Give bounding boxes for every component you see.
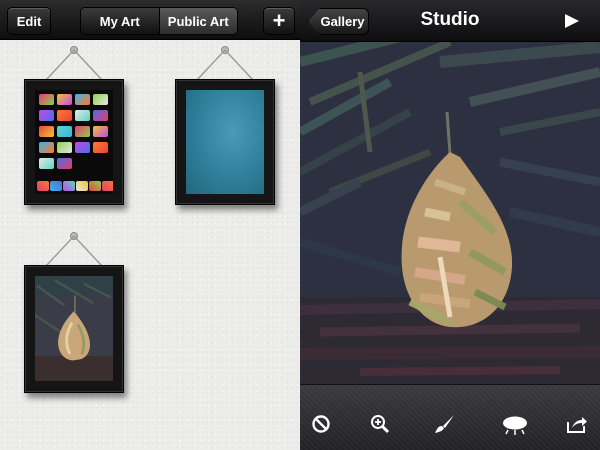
edit-button[interactable]: Edit [7, 7, 51, 35]
gallery-frame-2[interactable] [175, 46, 275, 206]
brush-size-icon[interactable] [501, 414, 529, 436]
blue-painting-picture [186, 90, 264, 194]
color-swatch [93, 94, 108, 105]
color-swatch [39, 142, 54, 153]
play-icon[interactable] [564, 13, 580, 29]
color-swatch-strip [89, 181, 101, 191]
color-swatch [39, 126, 54, 137]
studio-navbar: Gallery Studio [300, 0, 600, 42]
color-swatch [57, 94, 72, 105]
studio-screen: Gallery Studio [300, 0, 600, 450]
color-swatch [93, 110, 108, 121]
frame-hanger-1 [45, 46, 103, 81]
color-swatch [75, 110, 90, 121]
frame-hanger-3 [45, 232, 103, 267]
pear-painting-thumbnail [35, 276, 113, 382]
art-source-segmented-control: My Art Public Art [80, 7, 238, 35]
color-swatch-strip [63, 181, 75, 191]
color-swatch-strip [50, 181, 62, 191]
color-swatch [57, 110, 72, 121]
color-swatch [93, 126, 108, 137]
color-swatch-strip [37, 181, 49, 191]
color-swatch [57, 126, 72, 137]
color-swatch-strip [102, 181, 113, 191]
add-button[interactable]: + [263, 7, 295, 35]
gallery-screen: Edit My Art Public Art + [0, 0, 300, 450]
brush-icon[interactable] [434, 414, 456, 434]
cancel-icon[interactable] [311, 414, 331, 434]
color-swatch [39, 158, 54, 169]
color-swatch [57, 158, 72, 169]
zoom-in-icon[interactable] [370, 414, 390, 434]
color-swatch [39, 110, 54, 121]
gallery-toolbar: Edit My Art Public Art + [0, 0, 300, 40]
color-swatch [75, 126, 90, 137]
page-title: Studio [420, 9, 480, 30]
segment-public-art[interactable]: Public Art [158, 8, 237, 34]
color-swatch [75, 142, 90, 153]
studio-bottom-toolbar [300, 384, 600, 450]
segment-my-art[interactable]: My Art [81, 8, 159, 34]
color-swatch [93, 142, 108, 153]
frame-hanger-2 [196, 46, 254, 81]
gallery-frame-1[interactable] [24, 46, 124, 206]
gallery-frame-3[interactable] [24, 232, 124, 394]
color-swatch [75, 94, 90, 105]
share-icon[interactable] [566, 414, 588, 434]
studio-canvas[interactable] [300, 42, 600, 384]
swatch-grid-picture [35, 90, 113, 194]
color-swatch [57, 142, 72, 153]
color-swatch [39, 94, 54, 105]
color-swatch-strip [76, 181, 88, 191]
